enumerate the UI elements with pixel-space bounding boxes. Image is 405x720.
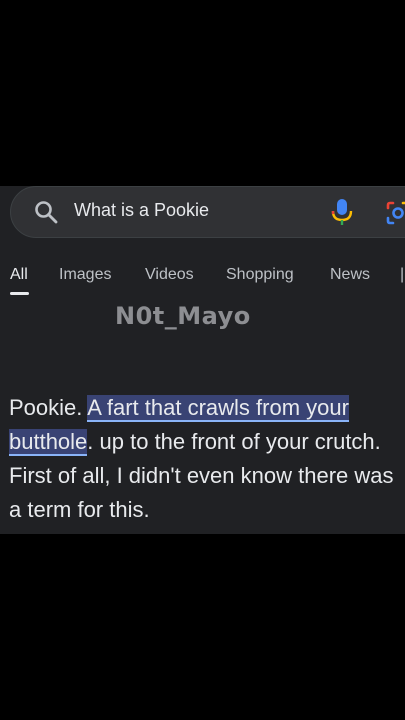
search-input[interactable]: What is a Pookie [74,200,209,221]
featured-snippet: Pookie. A fart that crawls from your but… [9,391,405,527]
microphone-icon[interactable] [331,198,353,226]
active-tab-indicator [10,292,29,295]
search-bar[interactable]: What is a Pookie [10,186,405,238]
google-lens-icon[interactable] [385,200,405,226]
tab-more[interactable]: | [400,266,404,284]
tab-news[interactable]: News [330,266,370,284]
watermark-text: N0t_Mayo [115,302,251,330]
search-icon[interactable] [33,199,59,225]
tab-all[interactable]: All [10,266,28,284]
search-results-panel: What is a Pookie All Images Videos Shopp… [0,186,405,534]
search-tabs: All Images Videos Shopping News | [0,252,405,295]
tab-videos[interactable]: Videos [145,266,194,284]
tab-shopping[interactable]: Shopping [226,266,294,284]
tab-images[interactable]: Images [59,266,111,284]
snippet-term: Pookie. [9,395,83,420]
